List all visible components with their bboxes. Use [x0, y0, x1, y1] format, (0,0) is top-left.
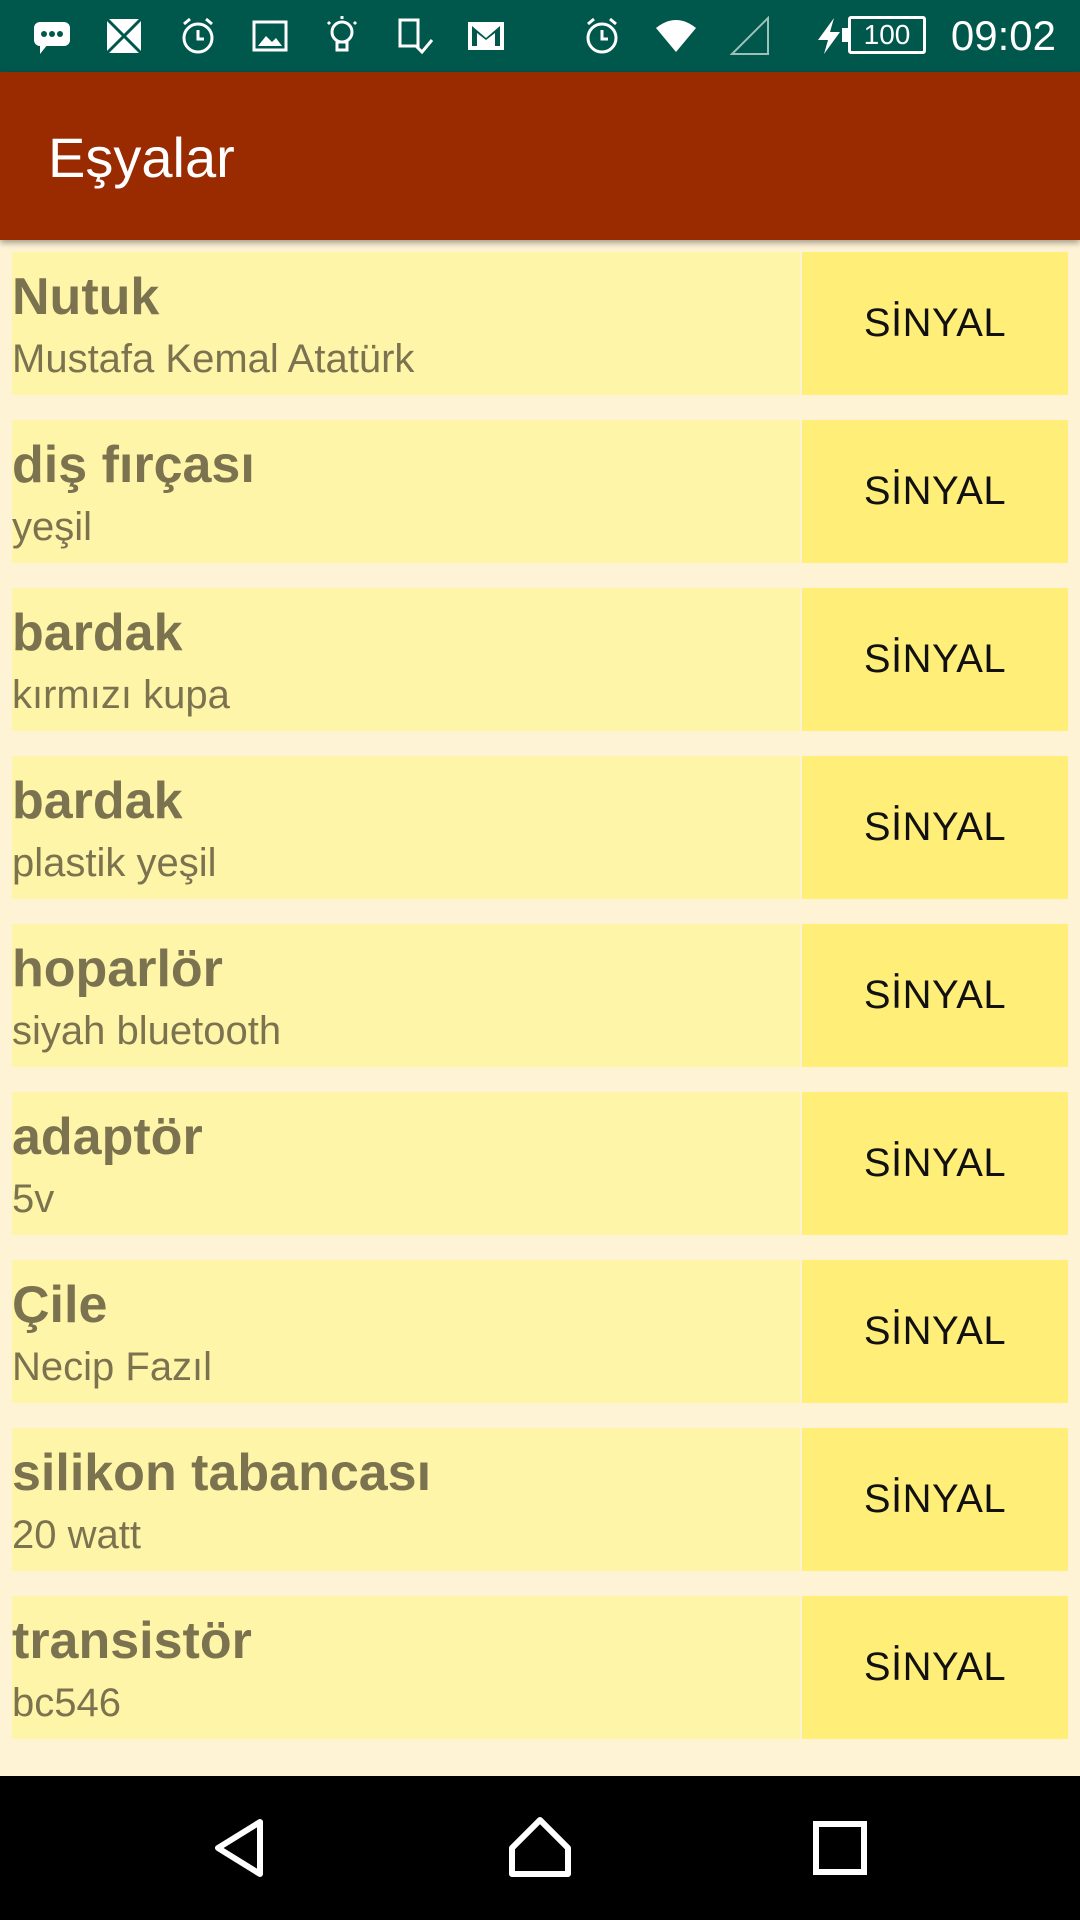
sim-icon	[392, 14, 436, 58]
page-title: Eşyalar	[48, 126, 235, 189]
item-name: Çile	[12, 1276, 108, 1334]
lightbulb-icon	[320, 14, 364, 58]
signal-button[interactable]: SİNYAL	[802, 252, 1068, 395]
signal-button[interactable]: SİNYAL	[802, 1260, 1068, 1403]
item-name: hoparlör	[12, 940, 223, 998]
list-item[interactable]: Çile Necip Fazıl SİNYAL	[12, 1260, 1068, 1403]
gmail-icon	[464, 14, 508, 58]
item-name: silikon tabancası	[12, 1444, 432, 1502]
list-item[interactable]: bardak plastik yeşil SİNYAL	[12, 756, 1068, 899]
battery-level: 100	[863, 19, 911, 50]
wifi-icon	[654, 14, 698, 58]
item-info[interactable]: adaptör 5v	[12, 1092, 800, 1235]
item-description: kırmızı kupa	[12, 673, 230, 717]
item-info[interactable]: Çile Necip Fazıl	[12, 1260, 800, 1403]
alarm-icon	[176, 14, 220, 58]
item-info[interactable]: silikon tabancası 20 watt	[12, 1428, 800, 1571]
list-item[interactable]: adaptör 5v SİNYAL	[12, 1092, 1068, 1235]
item-description: plastik yeşil	[12, 841, 217, 885]
item-name: diş fırçası	[12, 436, 255, 494]
item-info[interactable]: bardak kırmızı kupa	[12, 588, 800, 731]
item-info[interactable]: diş fırçası yeşil	[12, 420, 800, 563]
signal-button[interactable]: SİNYAL	[802, 420, 1068, 563]
item-name: bardak	[12, 772, 183, 830]
item-info[interactable]: transistör bc546	[12, 1596, 800, 1739]
image-icon	[248, 14, 292, 58]
list-item[interactable]: diş fırçası yeşil SİNYAL	[12, 420, 1068, 563]
item-info[interactable]: bardak plastik yeşil	[12, 756, 800, 899]
list-item[interactable]: silikon tabancası 20 watt SİNYAL	[12, 1428, 1068, 1571]
signal-button[interactable]: SİNYAL	[802, 1092, 1068, 1235]
recents-icon[interactable]	[800, 1808, 880, 1888]
item-description: bc546	[12, 1681, 121, 1725]
item-name: adaptör	[12, 1108, 203, 1166]
app-icon	[102, 14, 146, 58]
status-time: 09:02	[950, 12, 1056, 59]
signal-button[interactable]: SİNYAL	[802, 924, 1068, 1067]
item-info[interactable]: hoparlör siyah bluetooth	[12, 924, 800, 1067]
item-description: yeşil	[12, 505, 93, 549]
list-item[interactable]: transistör bc546 SİNYAL	[12, 1596, 1068, 1739]
item-description: 5v	[12, 1177, 55, 1221]
back-icon[interactable]	[200, 1808, 280, 1888]
list-item[interactable]: hoparlör siyah bluetooth SİNYAL	[12, 924, 1068, 1067]
item-name: bardak	[12, 604, 183, 662]
home-icon[interactable]	[500, 1808, 580, 1888]
app-bar: Eşyalar	[0, 72, 1080, 240]
list-item[interactable]: bardak kırmızı kupa SİNYAL	[12, 588, 1068, 731]
item-name: transistör	[12, 1612, 252, 1670]
battery-indicator: 100	[842, 16, 926, 54]
alarm-icon	[580, 14, 624, 58]
item-description: Mustafa Kemal Atatürk	[12, 337, 415, 381]
item-info[interactable]: Nutuk Mustafa Kemal Atatürk	[12, 252, 800, 395]
signal-button[interactable]: SİNYAL	[802, 588, 1068, 731]
signal-icon	[728, 14, 772, 58]
item-name: Nutuk	[12, 268, 160, 326]
signal-button[interactable]: SİNYAL	[802, 1428, 1068, 1571]
signal-button[interactable]: SİNYAL	[802, 1596, 1068, 1739]
chat-bubble-icon	[30, 14, 74, 58]
item-description: 20 watt	[12, 1513, 141, 1557]
list-item[interactable]: Nutuk Mustafa Kemal Atatürk SİNYAL	[12, 252, 1068, 395]
item-description: siyah bluetooth	[12, 1009, 282, 1053]
status-bar: 100 09:02	[0, 0, 1080, 72]
item-description: Necip Fazıl	[12, 1345, 213, 1389]
navigation-bar	[0, 1776, 1080, 1920]
signal-button[interactable]: SİNYAL	[802, 756, 1068, 899]
